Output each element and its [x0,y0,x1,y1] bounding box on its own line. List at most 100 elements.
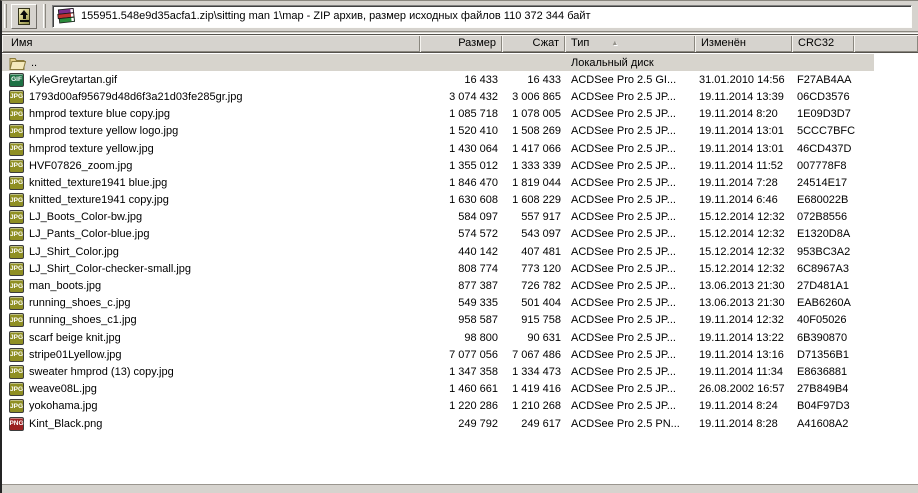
table-row[interactable]: JPG LJ_Boots_Color-bw.jpg 584 097 557 917… [2,209,874,226]
file-type-cell: ACDSee Pro 2.5 GI... [571,73,677,86]
sort-asc-icon: ▲ [611,40,619,47]
table-row[interactable]: JPG 1793d00af95679d48d6f3a21d03fe285gr.jp… [2,88,874,105]
file-name: stripe01Lyellow.jpg [29,348,122,361]
file-modified-cell: 19.11.2014 13:22 [699,331,784,344]
table-row[interactable]: JPG knitted_texture1941 copy.jpg 1 630 60… [2,192,874,209]
table-row[interactable]: JPG LJ_Pants_Color-blue.jpg 574 572 543 0… [2,226,874,243]
gif-file-icon: GIF [9,72,24,87]
table-row[interactable]: JPG weave08L.jpg 1 460 661 1 419 416 ACDS… [2,381,874,398]
jpg-file-icon: JPG [9,399,24,414]
file-name: scarf beige knit.jpg [29,331,121,344]
table-row[interactable]: JPG sweater hmprod (13) copy.jpg 1 347 35… [2,363,874,380]
file-name-cell: JPG sweater hmprod (13) copy.jpg [2,364,420,379]
file-modified-cell: 19.11.2014 8:20 [699,108,778,121]
table-row[interactable]: JPG hmprod texture yellow.jpg 1 430 064 1… [2,140,874,157]
file-packed-cell: 1 078 005 [512,108,561,121]
column-header-size[interactable]: Размер [420,35,502,52]
toolbar-grip [4,4,7,28]
file-packed-cell: 16 433 [527,73,561,86]
file-packed-cell: 773 120 [521,262,561,275]
table-row[interactable]: JPG knitted_texture1941 blue.jpg 1 846 47… [2,174,874,191]
file-modified-cell: 19.11.2014 13:16 [699,348,784,361]
jpg-file-icon: JPG [9,364,24,379]
jpg-file-icon: JPG [9,193,24,208]
jpg-file-icon: JPG [9,210,24,225]
file-type-cell: ACDSee Pro 2.5 JP... [571,159,676,172]
jpg-file-icon: JPG [9,175,24,190]
file-list: .. Локальный диск GIF KyleGreytartan.gif … [2,54,918,484]
file-name: hmprod texture yellow.jpg [29,142,154,155]
file-modified-cell: 19.11.2014 11:34 [699,365,784,378]
file-name-cell: JPG 1793d00af95679d48d6f3a21d03fe285gr.jp… [2,89,420,104]
table-row[interactable]: JPG running_shoes_c.jpg 549 335 501 404 A… [2,295,874,312]
file-modified-cell: 19.11.2014 7:28 [699,176,778,189]
file-modified-cell: 19.11.2014 8:28 [699,417,778,430]
table-row[interactable]: .. Локальный диск [2,54,874,72]
file-packed-cell: 726 782 [521,280,561,293]
file-type-cell: ACDSee Pro 2.5 JP... [571,211,676,224]
file-crc32-cell: E680022B [797,194,849,207]
table-row[interactable]: JPG scarf beige knit.jpg 98 800 90 631 AC… [2,329,874,346]
file-modified-cell: 19.11.2014 13:01 [699,142,784,155]
file-packed-cell: 557 917 [521,211,561,224]
file-name: Kint_Black.png [29,417,103,430]
file-crc32-cell: 24514E17 [797,176,848,189]
table-row[interactable]: JPG HVF07826_zoom.jpg 1 355 012 1 333 339… [2,157,874,174]
file-packed-cell: 1 334 473 [512,365,561,378]
column-header-crc32[interactable]: CRC32 [792,35,854,52]
column-header-modified[interactable]: Изменён [695,35,792,52]
file-type-cell: ACDSee Pro 2.5 JP... [571,228,676,241]
file-type-cell: ACDSee Pro 2.5 JP... [571,194,676,207]
file-type-cell: ACDSee Pro 2.5 JP... [571,90,676,103]
jpg-file-icon: JPG [9,347,24,362]
table-row[interactable]: JPG man_boots.jpg 877 387 726 782 ACDSee … [2,277,874,294]
file-crc32-cell: 5CCC7BFC [797,125,856,138]
file-size-cell: 958 587 [458,314,498,327]
file-name: knitted_texture1941 copy.jpg [29,194,169,207]
table-row[interactable]: PNG Kint_Black.png 249 792 249 617 ACDSee… [2,415,874,432]
column-header-name[interactable]: Имя [2,35,420,52]
file-size-cell: 1 347 358 [449,365,498,378]
jpg-file-icon: JPG [9,244,24,259]
table-row[interactable]: JPG yokohama.jpg 1 220 286 1 210 268 ACDS… [2,398,874,415]
file-crc32-cell: 27D481A1 [797,280,849,293]
file-modified-cell: 19.11.2014 6:46 [699,194,778,207]
file-modified-cell: 19.11.2014 13:39 [699,90,784,103]
file-name-cell: .. [2,56,420,70]
file-packed-cell: 1 508 269 [512,125,561,138]
file-size-cell: 808 774 [458,262,498,275]
file-crc32-cell: D71356B1 [797,348,849,361]
file-crc32-cell: A41608A2 [797,417,849,430]
address-bar: 155951.548e9d35acfa1.zip\sitting man 1\m… [52,4,912,28]
file-type-cell: ACDSee Pro 2.5 JP... [571,331,676,344]
file-type-cell: ACDSee Pro 2.5 JP... [571,142,676,155]
table-row[interactable]: JPG LJ_Shirt_Color.jpg 440 142 407 481 AC… [2,243,874,260]
file-name-cell: JPG LJ_Boots_Color-bw.jpg [2,210,420,225]
table-row[interactable]: JPG running_shoes_c1.jpg 958 587 915 758 … [2,312,874,329]
table-row[interactable]: GIF KyleGreytartan.gif 16 433 16 433 ACDS… [2,71,874,88]
file-size-cell: 1 460 661 [449,383,498,396]
table-row[interactable]: JPG hmprod texture blue copy.jpg 1 085 71… [2,106,874,123]
file-type-cell: ACDSee Pro 2.5 JP... [571,176,676,189]
file-packed-cell: 90 631 [527,331,561,344]
file-name: KyleGreytartan.gif [29,73,118,86]
file-crc32-cell: E8636881 [797,365,848,378]
file-modified-cell: 15.12.2014 12:32 [699,245,785,258]
table-row[interactable]: JPG stripe01Lyellow.jpg 7 077 056 7 067 4… [2,346,874,363]
table-row[interactable]: JPG LJ_Shirt_Color-checker-small.jpg 808 … [2,260,874,277]
column-header-type[interactable]: Тип ▲ [565,35,695,52]
file-name: LJ_Shirt_Color-checker-small.jpg [29,262,192,275]
file-name-cell: JPG man_boots.jpg [2,279,420,294]
up-one-level-button[interactable] [11,3,37,29]
file-type-cell: ACDSee Pro 2.5 JP... [571,348,676,361]
file-name: LJ_Pants_Color-blue.jpg [29,228,150,241]
file-name: weave08L.jpg [29,383,97,396]
file-name-cell: JPG LJ_Pants_Color-blue.jpg [2,227,420,242]
jpg-file-icon: JPG [9,141,24,156]
file-modified-cell: 31.01.2010 14:56 [699,73,785,86]
file-name: man_boots.jpg [29,280,102,293]
file-size-cell: 584 097 [458,211,498,224]
table-row[interactable]: JPG hmprod texture yellow logo.jpg 1 520 … [2,123,874,140]
file-name-cell: GIF KyleGreytartan.gif [2,72,420,87]
column-header-packed[interactable]: Сжат [502,35,565,52]
